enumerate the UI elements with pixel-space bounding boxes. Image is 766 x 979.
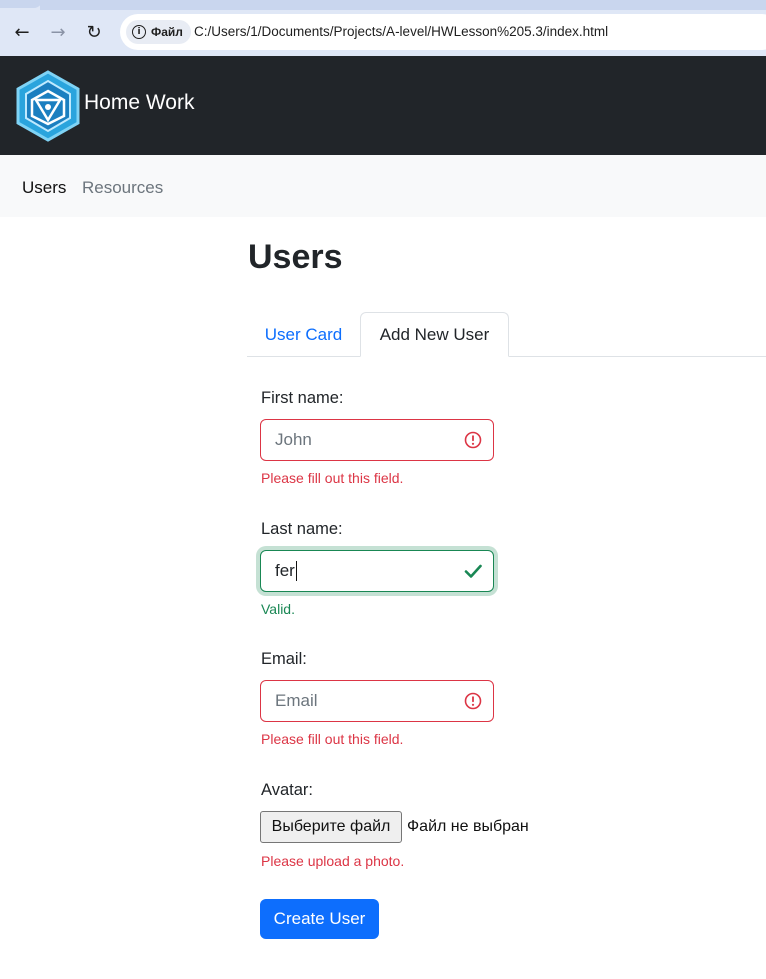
forward-button[interactable]: → [44,18,72,46]
checkmark-icon [464,564,482,578]
brand-title[interactable]: Home Work [84,91,194,115]
nav-item-resources[interactable]: Resources [82,178,163,198]
reload-icon: ↻ [86,21,102,43]
nav-item-users[interactable]: Users [22,178,66,198]
arrow-right-icon: → [50,21,66,43]
url-text[interactable]: C:/Users/1/Documents/Projects/A-level/HW… [194,24,608,39]
logo-icon[interactable] [14,70,82,142]
site-info-chip[interactable]: i Файл [126,20,191,44]
arrow-left-icon: ← [14,21,30,43]
email-label: Email: [261,650,307,668]
avatar-label: Avatar: [261,781,313,799]
first-name-feedback: Please fill out this field. [261,470,404,486]
tab-add-new-user[interactable]: Add New User [360,312,509,357]
back-button[interactable]: ← [8,18,36,46]
tab-strip [40,0,766,10]
file-status-text: Файл не выбран [407,818,529,835]
email-input[interactable]: Email [260,680,494,722]
info-icon: i [132,25,146,39]
tab-user-card[interactable]: User Card [247,313,360,356]
email-feedback: Please fill out this field. [261,731,404,747]
site-info-label: Файл [151,25,183,39]
first-name-placeholder: John [275,430,312,449]
avatar-feedback: Please upload a photo. [261,853,405,869]
first-name-input[interactable]: John [260,419,494,461]
last-name-input[interactable]: fer [260,550,494,592]
choose-file-button[interactable]: Выберите файл [260,811,402,843]
create-user-button[interactable]: Create User [260,899,379,939]
page-title: Users [248,238,343,276]
last-name-value: fer [275,561,295,580]
email-placeholder: Email [275,691,318,710]
error-icon [464,692,482,710]
browser-tab[interactable] [0,0,42,8]
last-name-feedback: Valid. [261,601,295,617]
text-caret [295,561,297,581]
first-name-label: First name: [261,389,344,407]
error-icon [464,431,482,449]
last-name-label: Last name: [261,520,343,538]
reload-button[interactable]: ↻ [80,18,108,46]
